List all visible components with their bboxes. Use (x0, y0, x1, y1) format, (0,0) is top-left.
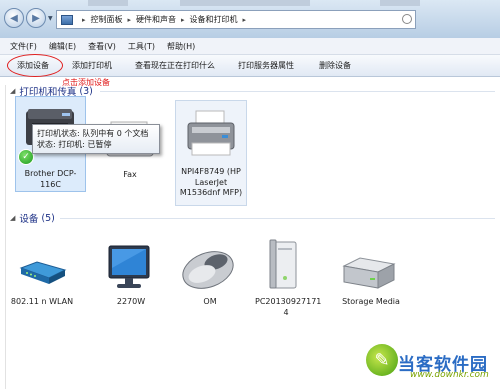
add-printer-button[interactable]: 添加打印机 (72, 60, 112, 71)
address-bar[interactable]: ▸ 控制面板 ▸ 硬件和声音 ▸ 设备和打印机 ▸ (56, 10, 416, 29)
refresh-icon[interactable] (402, 14, 412, 24)
menu-view[interactable]: 查看(V) (88, 41, 116, 52)
tooltip-line-queue: 打印机状态: 队列中有 0 个文档 (37, 129, 149, 138)
watermark-logo-icon: ✎ (374, 349, 390, 371)
monitor-icon[interactable] (103, 244, 155, 292)
collapse-arrow-icon[interactable]: ◢ (10, 214, 15, 222)
back-arrow-icon: ◀ (10, 12, 18, 24)
watermark-url: www.downkr.com (410, 370, 489, 380)
device-label-mouse[interactable]: OM (185, 297, 235, 308)
breadcrumb-hardware-sound[interactable]: 硬件和声音 (136, 14, 176, 25)
menu-file[interactable]: 文件(F) (10, 41, 37, 52)
device-label-wlan[interactable]: 802.11 n WLAN (10, 297, 74, 308)
menu-bar: 文件(F) 编辑(E) 查看(V) 工具(T) 帮助(H) (0, 38, 500, 55)
breadcrumb-devices-printers[interactable]: 设备和打印机 (190, 14, 238, 25)
printers-section-count: (3) (79, 85, 93, 97)
menu-tools[interactable]: 工具(T) (128, 41, 155, 52)
mouse-icon[interactable] (178, 244, 240, 292)
pc-tower-icon[interactable] (268, 238, 304, 292)
watermark-logo: ✎ (366, 344, 398, 376)
wlan-router-icon[interactable] (17, 258, 67, 288)
tooltip-line-status: 状态: 打印机: 已暂停 (37, 140, 112, 149)
device-tile-hp-mfp[interactable]: NPI4F8749 (HP LaserJet M1536dnf MFP) (175, 100, 247, 206)
breadcrumb-separator-icon: ▸ (82, 15, 86, 24)
laser-printer-icon (187, 110, 235, 156)
device-label-storage[interactable]: Storage Media (335, 297, 407, 308)
storage-drive-icon[interactable] (340, 256, 398, 294)
command-bar: 添加设备 添加打印机 查看现在正在打印什么 打印服务器属性 删除设备 (0, 55, 500, 77)
device-label-hp-mfp: NPI4F8749 (HP LaserJet M1536dnf MFP) (179, 167, 243, 197)
remove-device-button[interactable]: 删除设备 (319, 60, 351, 71)
recent-pages-dropdown[interactable]: ▼ (48, 15, 54, 22)
menu-edit[interactable]: 编辑(E) (49, 41, 76, 52)
breadcrumb-separator-icon: ▸ (181, 15, 185, 24)
printer-status-tooltip: 打印机状态: 队列中有 0 个文档 状态: 打印机: 已暂停 (32, 124, 160, 154)
devices-section-header[interactable]: ◢ 设备 (5) (10, 211, 55, 226)
back-button[interactable]: ◀ (4, 8, 24, 28)
device-label-fax[interactable]: Fax (100, 170, 160, 181)
breadcrumb-separator-icon: ▸ (242, 15, 247, 24)
collapse-arrow-icon[interactable]: ◢ (10, 87, 15, 95)
breadcrumb-control-panel[interactable]: 控制面板 (91, 14, 123, 25)
menu-help[interactable]: 帮助(H) (167, 41, 195, 52)
left-divider (5, 85, 6, 389)
print-server-properties-button[interactable]: 打印服务器属性 (238, 60, 294, 71)
devices-section-title: 设备 (19, 214, 39, 225)
breadcrumb-separator-icon: ▸ (127, 15, 132, 24)
control-panel-icon (61, 14, 73, 25)
section-divider (60, 218, 495, 219)
devices-section-count: (5) (41, 212, 55, 224)
forward-arrow-icon: ▶ (32, 12, 40, 24)
section-divider (100, 91, 495, 92)
device-label-brother: Brother DCP-116C (24, 169, 77, 189)
see-whats-printing-button[interactable]: 查看现在正在打印什么 (135, 60, 215, 71)
device-label-pc[interactable]: PC20130927171 4 (255, 297, 321, 318)
highlight-ellipse (7, 54, 63, 77)
device-label-monitor[interactable]: 2270W (105, 297, 157, 308)
forward-button[interactable]: ▶ (26, 8, 46, 28)
